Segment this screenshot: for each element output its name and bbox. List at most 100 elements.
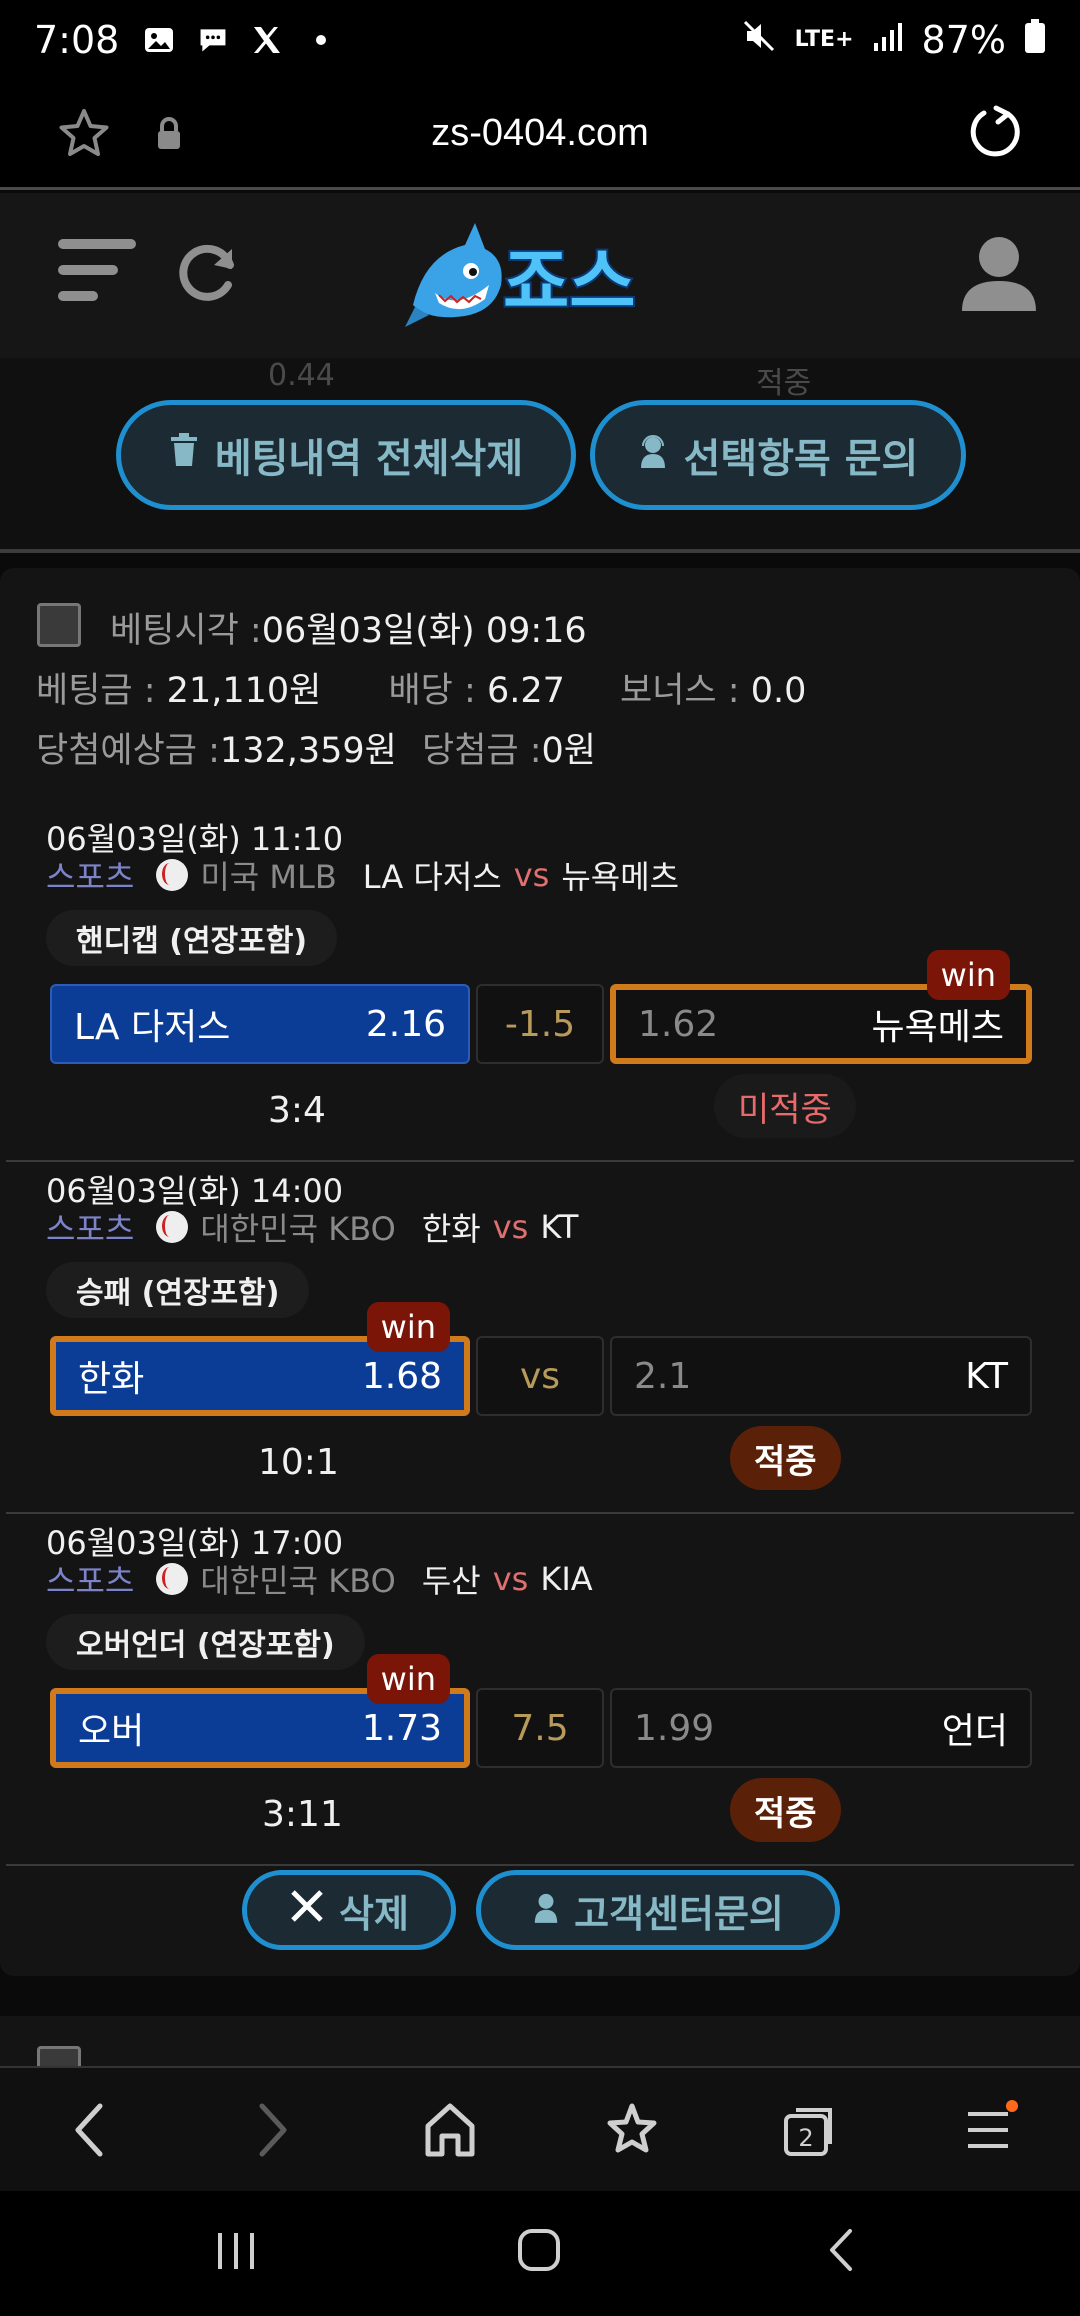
bet-game-row: 06월03일(화) 11:10 스포츠 미국 MLB LA 다저스 vs 뉴욕메… xyxy=(6,810,1074,1162)
home-odds-button[interactable]: win 한화 1.68 xyxy=(50,1302,470,1416)
site-logo[interactable]: 죠스 xyxy=(405,215,675,335)
hamburger-menu-icon[interactable] xyxy=(56,235,138,311)
browser-url-bar: zs-0404.com xyxy=(0,80,1080,190)
status-time: 7:08 xyxy=(34,18,120,62)
more-notifications-dot-icon xyxy=(305,24,337,56)
won-amount-value: 0원 xyxy=(541,731,596,771)
close-icon xyxy=(289,1888,325,1933)
away-team: KIA xyxy=(540,1560,593,1598)
signal-icon xyxy=(872,18,904,62)
refresh-icon[interactable] xyxy=(172,235,244,311)
scrolled-result: 적중 xyxy=(756,366,812,401)
home-icon[interactable] xyxy=(422,2100,478,2164)
over-odds-button[interactable]: win 오버 1.73 xyxy=(50,1654,470,1768)
url-text[interactable]: zs-0404.com xyxy=(0,112,1080,155)
win-badge: win xyxy=(926,950,1010,1000)
tabs-icon[interactable]: 2 xyxy=(780,2100,840,2164)
home-team: 두산 xyxy=(421,1562,481,1600)
browser-menu-icon[interactable] xyxy=(962,2100,1022,2164)
bet-game-row: 06월03일(화) 17:00 스포츠 대한민국 KBO 두산 vs KIA 오… xyxy=(6,1514,1074,1866)
system-navigation-bar xyxy=(0,2191,1080,2316)
baseball-icon xyxy=(156,1211,189,1243)
vs-label: vs xyxy=(492,1208,529,1246)
x-app-icon xyxy=(251,24,283,56)
bet-game-row: 06월03일(화) 14:00 스포츠 대한민국 KBO 한화 vs KT 승패… xyxy=(6,1162,1074,1514)
home-odds: 2.16 xyxy=(365,1003,446,1045)
under-odds: 1.99 xyxy=(634,1707,715,1749)
vs-label: vs xyxy=(492,1560,529,1598)
home-odds: 1.68 xyxy=(361,1355,442,1397)
status-bar: 7:08 LTE+ 87% xyxy=(0,0,1080,80)
recent-apps-icon[interactable] xyxy=(214,2225,258,2279)
match-vs: vs xyxy=(476,1336,604,1416)
bet-odds-value: 6.27 xyxy=(486,671,565,711)
home-team-name: 한화 xyxy=(78,1359,145,1400)
baseball-icon xyxy=(156,1563,189,1595)
back-icon[interactable] xyxy=(66,2100,114,2164)
away-odds: 2.1 xyxy=(634,1355,692,1397)
delete-all-label: 베팅내역 전체삭제 xyxy=(214,436,524,482)
delete-label: 삭제 xyxy=(339,1891,409,1936)
tabs-count: 2 xyxy=(798,2124,813,2152)
win-badge: win xyxy=(366,1302,450,1352)
bet-history-card: 베팅시각 :06월03일(화) 09:16 베팅금 : 21,110원 배당 :… xyxy=(0,568,1080,1976)
bet-odds-label: 배당 : xyxy=(388,671,476,711)
bookmarks-icon[interactable] xyxy=(602,2100,662,2164)
home-team-name: LA 다저스 xyxy=(74,1007,231,1048)
game-meta: 스포츠 대한민국 KBO 두산 vs KIA xyxy=(46,1556,593,1602)
win-badge: win xyxy=(366,1654,450,1704)
game-meta: 스포츠 미국 MLB LA 다저스 vs 뉴욕메츠 xyxy=(46,852,679,898)
final-score: 10:1 xyxy=(258,1442,339,1483)
expected-payout-value: 132,359원 xyxy=(219,731,397,771)
user-profile-icon[interactable] xyxy=(958,231,1040,317)
away-team-name: KT xyxy=(965,1355,1008,1397)
headset-icon xyxy=(532,1888,560,1932)
won-amount-label: 당첨금 : xyxy=(422,731,542,771)
bet-time-row: 베팅시각 :06월03일(화) 09:16 xyxy=(110,602,587,653)
league-name: 대한민국 KBO xyxy=(200,1210,396,1248)
customer-support-button[interactable]: 고객센터문의 xyxy=(476,1870,840,1950)
sport-label: 스포츠 xyxy=(46,1562,135,1600)
gallery-notification-icon xyxy=(143,24,175,56)
baseball-icon xyxy=(156,859,189,891)
market-type: 승패 (연장포함) xyxy=(46,1262,310,1318)
site-header: 죠스 xyxy=(0,193,1080,358)
bet-time-label: 베팅시각 : xyxy=(110,611,262,651)
under-odds-button[interactable]: 1.99 언더 xyxy=(610,1688,1032,1768)
bet-bonus-value: 0.0 xyxy=(750,671,807,711)
away-odds-button[interactable]: 2.1 KT xyxy=(610,1336,1032,1416)
market-type: 오버언더 (연장포함) xyxy=(46,1614,365,1670)
inquire-selected-button[interactable]: 선택항목 문의 xyxy=(590,400,966,510)
away-team: KT xyxy=(540,1208,579,1246)
forward-icon[interactable] xyxy=(248,2100,296,2164)
league-name: 미국 MLB xyxy=(200,858,337,896)
away-team: 뉴욕메츠 xyxy=(561,858,680,896)
home-odds-button[interactable]: LA 다저스 2.16 xyxy=(50,984,470,1064)
delete-bet-button[interactable]: 삭제 xyxy=(242,1870,456,1950)
expected-payout-label: 당첨예상금 : xyxy=(36,731,220,771)
result-badge: 적중 xyxy=(730,1426,841,1490)
league-name: 대한민국 KBO xyxy=(200,1562,396,1600)
game-meta: 스포츠 대한민국 KBO 한화 vs KT xyxy=(46,1204,578,1250)
bet-time-value: 06월03일(화) 09:16 xyxy=(261,611,587,651)
away-odds: 1.62 xyxy=(638,1003,719,1045)
final-score: 3:11 xyxy=(262,1794,343,1835)
scrolled-value: 0.44 xyxy=(268,358,335,393)
bet-select-checkbox[interactable] xyxy=(37,603,81,647)
away-team-name: 뉴욕메츠 xyxy=(871,1007,1004,1048)
headset-icon xyxy=(638,432,668,478)
result-badge: 미적중 xyxy=(714,1074,856,1138)
support-label: 고객센터문의 xyxy=(574,1891,784,1936)
bet-amount-label: 베팅금 : xyxy=(36,671,156,711)
home-team: 한화 xyxy=(421,1210,481,1248)
system-back-icon[interactable] xyxy=(822,2225,862,2279)
away-odds-button[interactable]: win 1.62 뉴욕메츠 xyxy=(610,950,1032,1064)
sport-label: 스포츠 xyxy=(46,1210,135,1248)
system-home-icon[interactable] xyxy=(516,2225,562,2279)
page-reload-icon[interactable] xyxy=(968,104,1024,164)
bet-amount-row: 베팅금 : 21,110원 배당 : 6.27 보너스 : 0.0 xyxy=(36,662,806,713)
total-line: 7.5 xyxy=(476,1688,604,1768)
battery-icon xyxy=(1024,18,1046,62)
bet-payout-row: 당첨예상금 :132,359원 당첨금 :0원 xyxy=(36,722,596,773)
delete-all-bets-button[interactable]: 베팅내역 전체삭제 xyxy=(116,400,576,510)
